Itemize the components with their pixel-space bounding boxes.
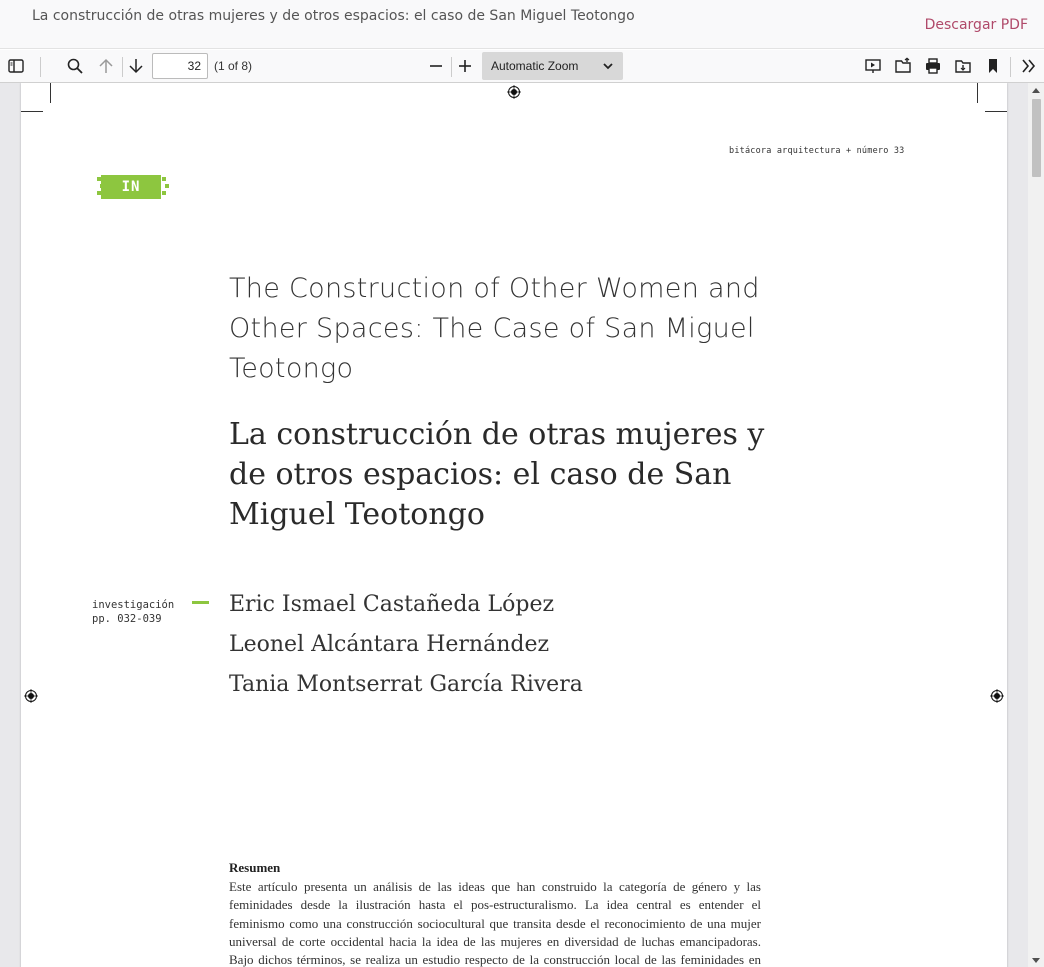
scrollbar-thumb[interactable] [1032, 99, 1041, 177]
tools-menu-button[interactable] [1015, 53, 1041, 79]
toolbar-separator [40, 57, 41, 77]
section-badge: IN [101, 175, 161, 199]
scroll-up-icon[interactable] [1032, 88, 1040, 93]
title-english: The Construction of Other Women and Othe… [229, 273, 760, 384]
minus-icon [430, 65, 442, 67]
save-button[interactable] [950, 53, 976, 79]
zoom-out-button[interactable] [423, 53, 449, 79]
pdf-page: bitácora arquitectura + número 33 IN The… [21, 83, 1007, 967]
badge-decoration [162, 177, 166, 181]
author-name: Tania Montserrat García Rivera [229, 672, 583, 697]
next-page-button[interactable] [123, 53, 149, 79]
presentation-mode-button[interactable] [860, 53, 886, 79]
title-spanish: La construcción de otras mujeres y de ot… [229, 417, 765, 532]
scroll-down-icon[interactable] [1032, 958, 1040, 963]
section-info: investigación pp. 032-039 [92, 598, 174, 626]
section-name: investigación [92, 599, 175, 611]
vertical-scrollbar[interactable] [1028, 83, 1044, 967]
zoom-in-button[interactable] [452, 53, 478, 79]
abstract-text: Este artículo presenta un análisis de la… [229, 879, 761, 967]
open-file-button[interactable] [890, 53, 916, 79]
download-icon [955, 60, 971, 73]
page-range: pp. 032-039 [92, 613, 162, 625]
pdf-toolbar: (1 of 8) Automatic Zoom [0, 50, 1044, 83]
printer-icon [926, 58, 940, 74]
registration-mark-icon [24, 689, 38, 703]
registration-mark-icon [990, 689, 1004, 703]
document-title: La construcción de otras mujeres y de ot… [32, 8, 635, 24]
print-button[interactable] [920, 53, 946, 79]
bookmark-icon [989, 59, 997, 73]
zoom-select[interactable]: Automatic Zoom [482, 52, 623, 80]
arrow-up-icon [99, 58, 113, 73]
pdf-viewer[interactable]: bitácora arquitectura + número 33 IN The… [0, 83, 1044, 967]
sidebar-toggle-button[interactable] [3, 53, 29, 79]
chevron-down-icon [603, 63, 613, 70]
presentation-icon [865, 59, 881, 73]
document-header: La construcción de otras mujeres y de ot… [0, 0, 1044, 49]
plus-icon [459, 60, 471, 72]
double-chevron-right-icon [1022, 59, 1036, 73]
registration-mark-icon [507, 85, 521, 99]
download-pdf-link[interactable]: Descargar PDF [925, 17, 1028, 33]
author-name: Leonel Alcántara Hernández [229, 632, 550, 657]
badge-decoration [165, 184, 169, 188]
page-count-label: (1 of 8) [214, 59, 253, 73]
page-number-input[interactable] [152, 53, 208, 79]
open-file-icon [895, 57, 911, 73]
previous-page-button[interactable] [93, 53, 119, 79]
sidebar-icon [8, 59, 24, 73]
crop-mark [50, 83, 51, 103]
section-dash [192, 601, 209, 604]
search-icon [67, 58, 83, 74]
zoom-select-value: Automatic Zoom [491, 59, 579, 73]
badge-decoration [162, 191, 166, 195]
abstract-heading: Resumen [229, 860, 281, 875]
bookmark-button[interactable] [980, 53, 1006, 79]
arrow-down-icon [129, 59, 143, 74]
crop-mark [985, 111, 1007, 112]
crop-mark [21, 111, 43, 112]
toolbar-separator [1010, 57, 1011, 77]
find-button[interactable] [62, 53, 88, 79]
author-name: Eric Ismael Castañeda López [229, 592, 555, 617]
crop-mark [977, 83, 978, 103]
journal-running-head: bitácora arquitectura + número 33 [729, 146, 905, 156]
